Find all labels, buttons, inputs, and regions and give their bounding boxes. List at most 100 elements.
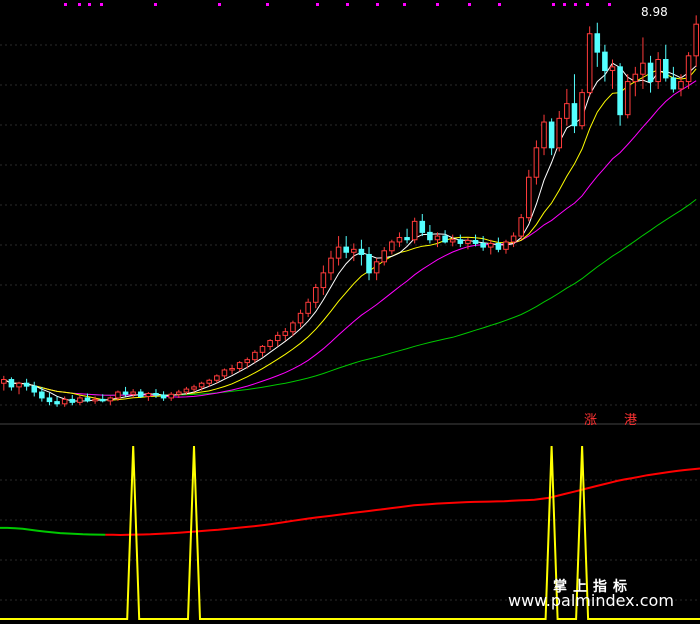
candle-body-up (107, 397, 114, 402)
candle-body-up (389, 241, 395, 252)
candle-body-up (465, 239, 471, 244)
candle-body-up (290, 322, 296, 333)
candle-body-up (609, 66, 616, 72)
candle-body-up (274, 334, 281, 342)
top-marker (403, 3, 406, 6)
top-marker (563, 3, 566, 6)
top-marker (346, 3, 349, 6)
candle-body-up (229, 368, 235, 371)
candle-body-up (244, 359, 251, 364)
candle-body-up (541, 121, 547, 149)
candle-body-up (130, 391, 136, 395)
candle-body-down (122, 391, 129, 395)
top-marker (376, 3, 379, 6)
candle-body-down (457, 239, 464, 244)
top-marker (100, 3, 103, 6)
top-marker (218, 3, 221, 6)
candle-body-up (373, 261, 380, 274)
ma60-line (3, 199, 697, 396)
candle-body-up (655, 59, 661, 83)
grid-lines (0, 44, 700, 601)
candle-body-up (328, 257, 334, 274)
candlesticks (1, 15, 699, 407)
candle-body-up (16, 382, 22, 388)
candle-body-down (602, 51, 608, 72)
candle-body-down (54, 401, 60, 405)
top-marker (608, 3, 611, 6)
top-marker (64, 3, 67, 6)
candle-body-up (396, 237, 403, 243)
candle-body-down (419, 220, 426, 233)
candle-body-up (351, 248, 357, 253)
candle-body-down (571, 103, 578, 127)
candle-body-down (23, 382, 30, 387)
candle-body-up (191, 386, 197, 390)
candle-body-up (297, 312, 304, 324)
candle-body-up (176, 391, 182, 395)
top-marker (468, 3, 471, 6)
top-marker (154, 3, 157, 6)
candle-body-down (670, 77, 677, 90)
top-markers (64, 3, 611, 6)
candle-body-down (84, 397, 91, 402)
candle-body-up (526, 176, 532, 219)
candle-body-down (472, 239, 479, 244)
top-marker (574, 3, 577, 6)
moving-average-lines (3, 62, 697, 402)
tag-gang: 港 (624, 413, 638, 428)
candle-body-up (61, 398, 68, 405)
candle-body-up (624, 81, 631, 116)
stock-chart (0, 3, 700, 620)
candle-body-up (411, 220, 418, 241)
candle-body-down (46, 397, 53, 403)
candle-body-down (69, 398, 76, 403)
top-marker (88, 3, 91, 6)
candle-body-up (510, 235, 517, 243)
candle-body-up (252, 351, 258, 361)
candle-body-up (168, 393, 174, 399)
candle-body-up (678, 81, 684, 90)
candle-body-up (282, 331, 289, 336)
watermark-url: www.palmindex.com (508, 591, 674, 610)
candle-body-up (206, 379, 213, 384)
candle-body-up (640, 62, 646, 75)
candle-body-up (183, 388, 190, 393)
candle-body-up (305, 301, 311, 314)
candle-body-down (153, 393, 159, 396)
candle-body-down (39, 391, 45, 399)
ma20-line (3, 80, 697, 398)
candle-body-down (404, 237, 410, 241)
candle-body-down (594, 33, 601, 53)
top-marker (316, 3, 319, 6)
candle-body-up (518, 217, 524, 237)
candle-body-up (320, 272, 327, 289)
candle-body-up (449, 239, 456, 243)
top-marker (78, 3, 81, 6)
candle-body-down (137, 391, 144, 397)
top-marker (266, 3, 269, 6)
candle-body-down (427, 231, 433, 241)
candle-body-down (31, 385, 38, 393)
candle-body-up (236, 362, 243, 370)
candle-body-down (366, 253, 372, 274)
candle-body-up (434, 235, 441, 241)
candle-body-down (343, 246, 349, 253)
candle-body-up (487, 242, 494, 248)
candle-body-down (99, 398, 106, 402)
top-marker (498, 3, 501, 6)
candle-body-up (556, 117, 563, 149)
candle-body-down (442, 235, 448, 243)
ma5-line (3, 62, 697, 402)
candle-body-up (115, 391, 121, 399)
top-marker (552, 3, 555, 6)
candle-body-up (685, 55, 692, 83)
indicator-line-low (0, 526, 106, 536)
candle-body-up (335, 246, 342, 259)
candle-body-down (495, 242, 502, 250)
candle-body-up (312, 287, 319, 303)
candle-body-up (214, 375, 220, 381)
candle-body-up (564, 103, 570, 119)
candle-body-up (145, 393, 152, 397)
candle-body-up (77, 397, 83, 403)
candle-body-up (632, 73, 639, 83)
